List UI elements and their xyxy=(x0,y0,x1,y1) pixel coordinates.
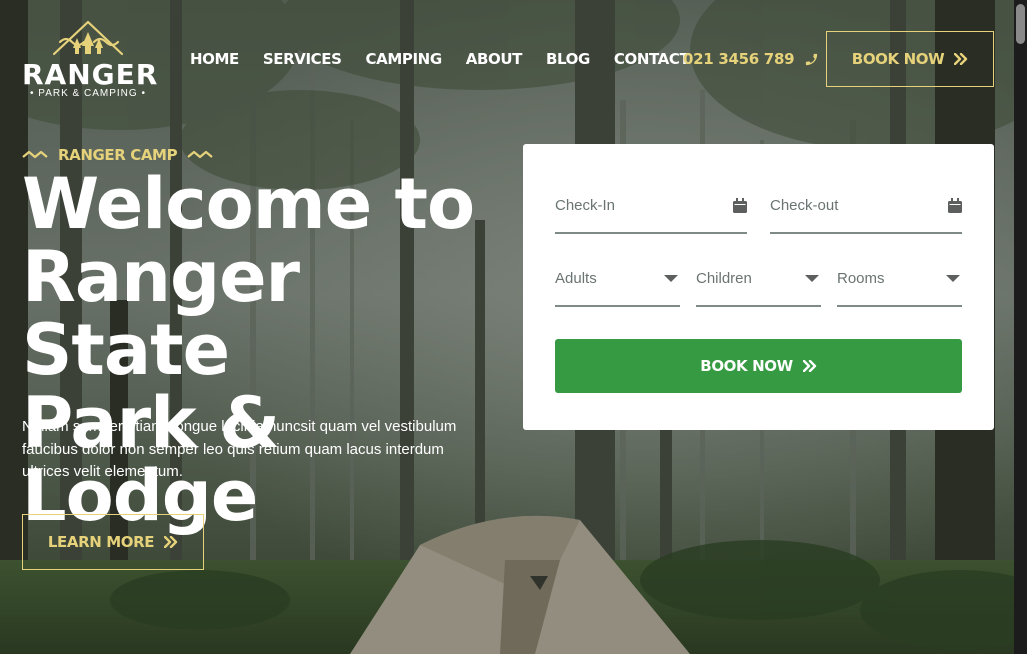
nav-blog[interactable]: BLOG xyxy=(546,50,590,68)
checkin-placeholder: Check-In xyxy=(555,196,616,214)
header-book-now-label: BOOK NOW xyxy=(851,50,945,68)
booking-form: Check-In Check-out Adults Children Rooms… xyxy=(523,144,994,430)
form-book-now-label: BOOK NOW xyxy=(700,357,793,375)
caret-down-icon xyxy=(805,275,819,282)
main-navigation: HOME SERVICES CAMPING ABOUT BLOG CONTACT xyxy=(190,50,713,68)
phone-link[interactable]: 021 3456 789 xyxy=(683,50,819,68)
hero-description: Nullam semper etiam congue lacinia nuncs… xyxy=(22,418,457,480)
wave-icon xyxy=(187,150,213,159)
site-logo[interactable]: RANGER • PARK & CAMPING • xyxy=(22,18,157,102)
page-scrollbar[interactable] xyxy=(1014,0,1027,654)
phone-icon xyxy=(806,53,818,65)
hero-tagline-text: RANGER CAMP xyxy=(58,146,178,164)
form-book-now-button[interactable]: BOOK NOW xyxy=(555,339,962,393)
logo-subtitle: • PARK & CAMPING • xyxy=(30,88,146,99)
header-book-now-button[interactable]: BOOK NOW xyxy=(826,31,994,87)
nav-about[interactable]: ABOUT xyxy=(466,50,523,68)
hero-title-line: Welcome to xyxy=(22,163,475,245)
double-chevron-right-icon xyxy=(164,536,178,548)
learn-more-label: LEARN MORE xyxy=(47,533,155,551)
nav-camping[interactable]: CAMPING xyxy=(366,50,443,68)
adults-label: Adults xyxy=(555,270,597,287)
phone-number: 021 3456 789 xyxy=(683,50,795,68)
children-label: Children xyxy=(696,270,752,287)
rooms-select[interactable]: Rooms xyxy=(837,252,962,307)
wave-icon xyxy=(22,150,48,159)
rooms-label: Rooms xyxy=(837,270,885,287)
scrollbar-thumb[interactable] xyxy=(1016,4,1025,44)
pine-trees-logo-icon xyxy=(52,20,124,56)
children-select[interactable]: Children xyxy=(696,252,821,307)
checkout-date-field[interactable]: Check-out xyxy=(770,178,962,234)
nav-services[interactable]: SERVICES xyxy=(263,50,342,68)
nav-home[interactable]: HOME xyxy=(190,50,239,68)
nav-contact[interactable]: CONTACT xyxy=(614,50,690,68)
adults-select[interactable]: Adults xyxy=(555,252,680,307)
calendar-icon xyxy=(948,197,962,213)
double-chevron-right-icon xyxy=(954,53,968,65)
double-chevron-right-icon xyxy=(802,360,816,372)
hero-title-line: Ranger State xyxy=(22,236,300,391)
logo-wordmark: RANGER xyxy=(22,58,159,91)
learn-more-button[interactable]: LEARN MORE xyxy=(22,514,204,570)
hero-tagline: RANGER CAMP xyxy=(22,146,213,164)
calendar-icon xyxy=(733,197,747,213)
caret-down-icon xyxy=(946,275,960,282)
caret-down-icon xyxy=(664,275,678,282)
checkin-date-field[interactable]: Check-In xyxy=(555,178,747,234)
checkout-placeholder: Check-out xyxy=(770,196,839,214)
